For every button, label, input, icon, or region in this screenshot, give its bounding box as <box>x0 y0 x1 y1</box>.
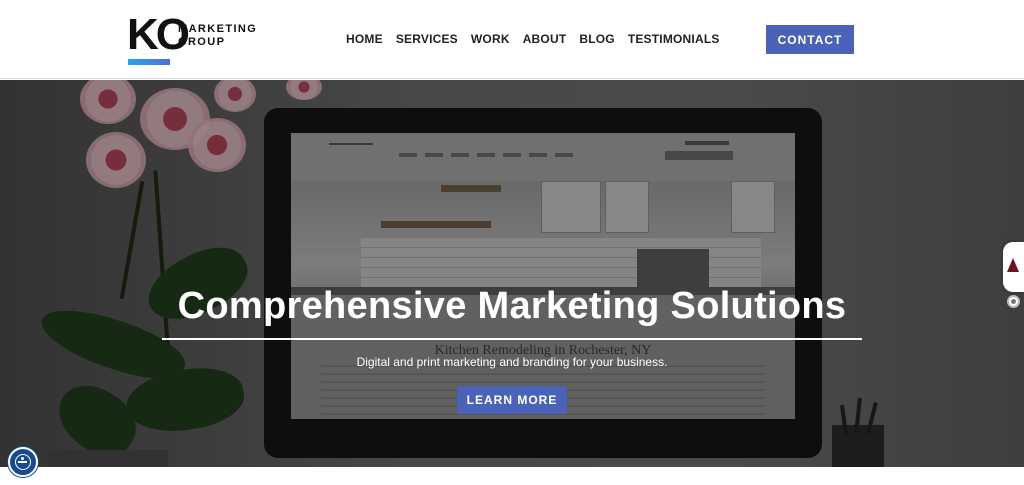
contact-button[interactable]: CONTACT <box>766 25 854 54</box>
logo-line-marketing: MARKETING <box>178 23 258 35</box>
logo-underline <box>128 59 170 65</box>
nav-home[interactable]: HOME <box>346 32 383 46</box>
learn-more-button[interactable]: LEARN MORE <box>457 386 567 414</box>
hero-divider <box>162 338 862 340</box>
side-accessibility-tab[interactable] <box>1003 242 1024 292</box>
logo-wordmark: MARKETING GROUP <box>178 23 257 49</box>
nav-blog[interactable]: BLOG <box>579 32 614 46</box>
gear-center <box>1011 299 1016 304</box>
nav-work[interactable]: WORK <box>471 32 510 46</box>
logo-line-group: GROUP <box>178 36 226 48</box>
nav-services[interactable]: SERVICES <box>396 32 458 46</box>
hero-banner: Kitchen Remodeling in Rochester, NY Comp… <box>0 80 1024 467</box>
nav-about[interactable]: ABOUT <box>523 32 567 46</box>
gear-icon[interactable] <box>1007 295 1020 308</box>
accessibility-icon <box>15 454 31 470</box>
accessibility-person-icon <box>1007 258 1019 272</box>
nav-testimonials[interactable]: TESTIMONIALS <box>628 32 720 46</box>
hero-title: Comprehensive Marketing Solutions <box>177 285 847 327</box>
ko-marketing-logo[interactable]: KO MARKETING GROUP <box>127 13 257 67</box>
hero-subtitle: Digital and print marketing and branding… <box>356 355 668 369</box>
site-header: KO MARKETING GROUP HOME SERVICES WORK AB… <box>0 0 1024 79</box>
accessibility-button[interactable] <box>8 447 38 477</box>
main-nav: HOME SERVICES WORK ABOUT BLOG TESTIMONIA… <box>346 32 720 46</box>
